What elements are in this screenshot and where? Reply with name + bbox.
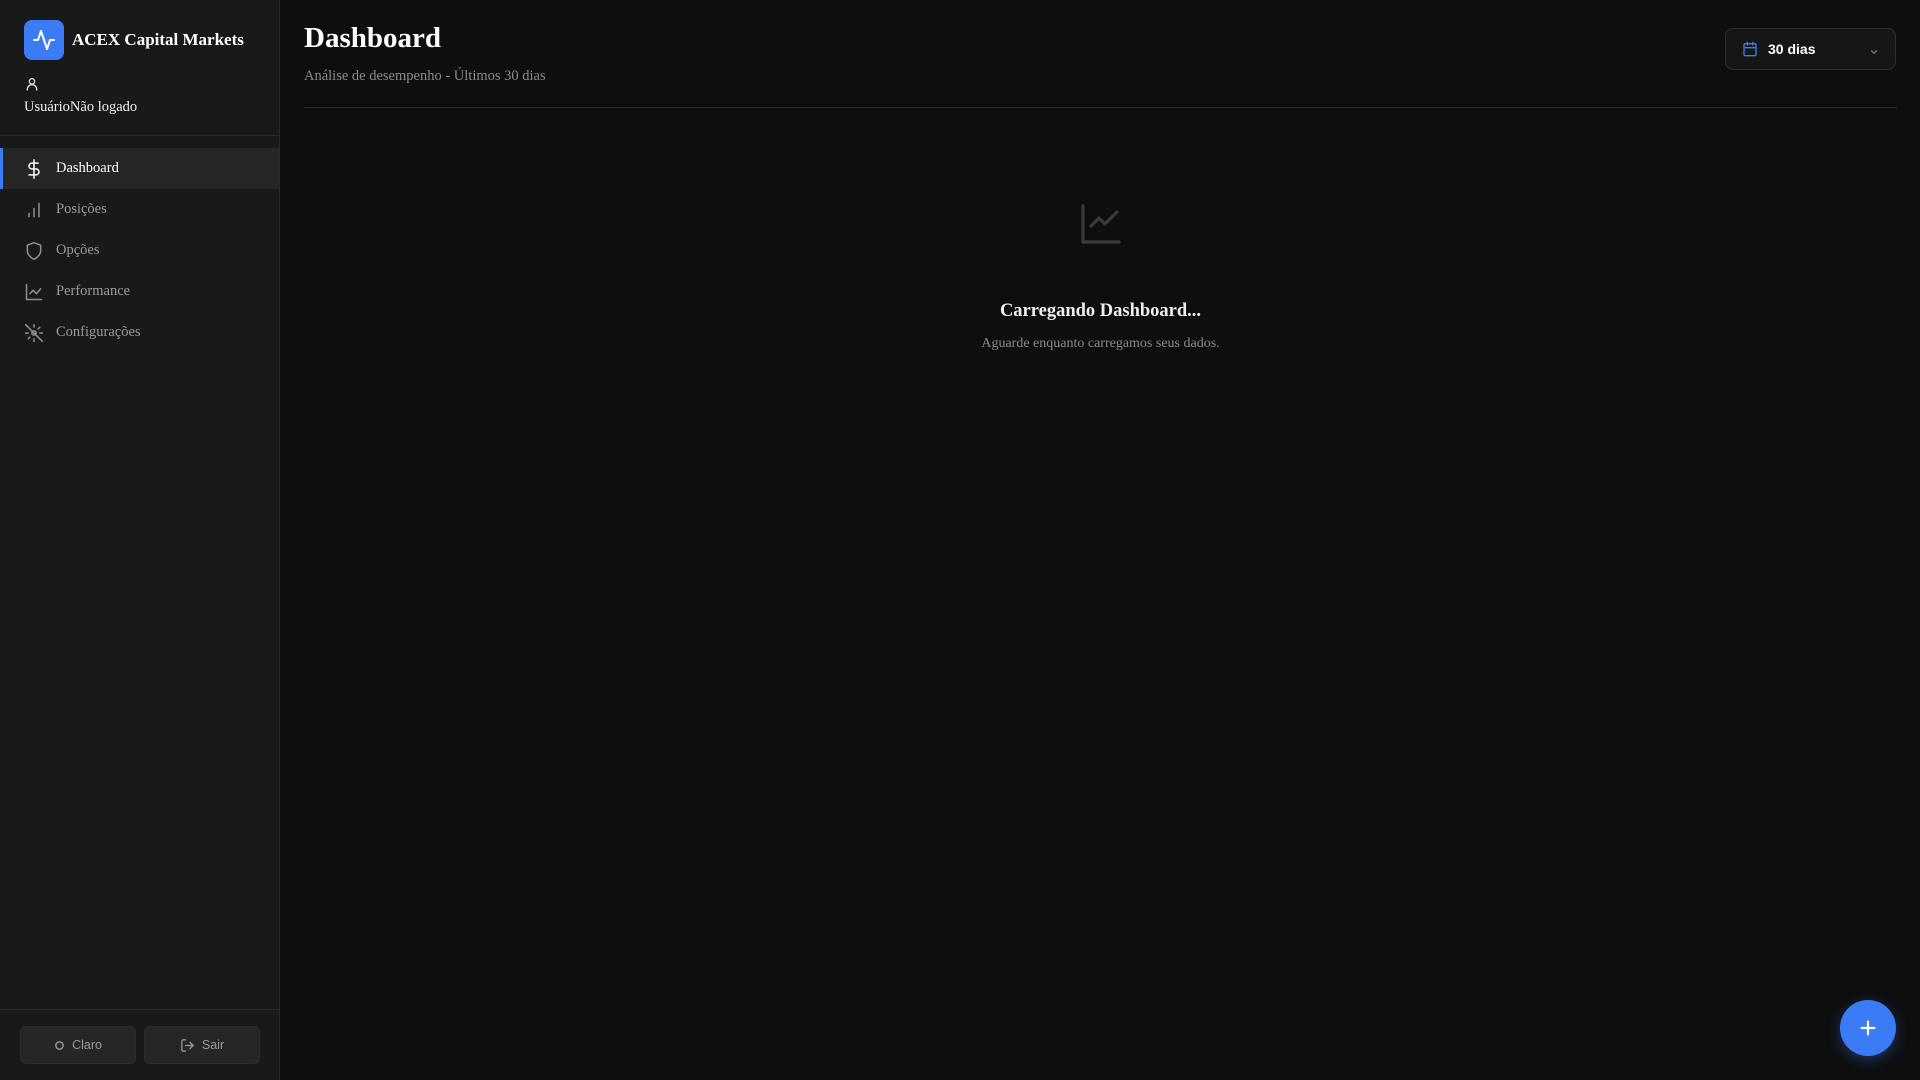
bar-chart-icon: [24, 200, 44, 220]
settings-off-icon: [24, 323, 44, 343]
sidebar-item-label: Configurações: [56, 324, 141, 340]
user-status: UsuárioNão logado: [24, 99, 137, 116]
date-range-value: 30 dias: [1768, 41, 1816, 57]
brand[interactable]: ACEX Capital Markets: [24, 20, 244, 60]
line-chart-icon: [1077, 200, 1125, 248]
sidebar-item-label: Performance: [56, 283, 131, 299]
user-status-text: Não logado: [69, 99, 138, 115]
page-subtitle: Análise de desempenho - Últimos 30 dias: [304, 68, 546, 84]
user-icon: [24, 76, 40, 92]
sidebar-item-label: Opções: [56, 242, 100, 258]
logout-icon: [180, 1038, 195, 1053]
sidebar-item-configuracoes[interactable]: Configurações: [0, 312, 279, 353]
add-button[interactable]: [1840, 1000, 1896, 1056]
sidebar-item-posicoes[interactable]: Posições: [0, 189, 279, 230]
activity-icon: [24, 20, 64, 60]
sidebar-item-dashboard[interactable]: Dashboard: [0, 148, 279, 189]
sidebar-item-label: Posições: [56, 201, 107, 217]
theme-toggle-label: Claro: [72, 1038, 102, 1052]
sidebar-nav: Dashboard Posições Opções Performance Co…: [0, 148, 279, 353]
calendar-icon: [1742, 41, 1758, 57]
sidebar-bottom-divider: [0, 1009, 279, 1010]
chevron-down-icon: [1869, 44, 1879, 62]
loading-title: Carregando Dashboard...: [999, 301, 1202, 321]
line-chart-icon: [24, 282, 44, 302]
header-divider: [304, 107, 1897, 108]
brand-name: ACEX Capital Markets: [72, 30, 244, 49]
sidebar-item-label: Dashboard: [56, 160, 119, 176]
logout-label: Sair: [201, 1038, 225, 1052]
sidebar: ACEX Capital Markets UsuárioNão logado D…: [0, 0, 280, 1080]
user-label: Usuário: [24, 99, 70, 115]
sidebar-item-opcoes[interactable]: Opções: [0, 230, 279, 271]
main-content: Dashboard Análise de desempenho - Último…: [281, 0, 1920, 1080]
dollar-icon: [24, 158, 44, 179]
theme-toggle-button[interactable]: Claro: [20, 1026, 136, 1064]
shield-icon: [24, 241, 44, 261]
loading-subtitle: Aguarde enquanto carregamos seus dados.: [981, 336, 1220, 351]
sidebar-divider: [0, 135, 279, 136]
page-title: Dashboard: [304, 22, 441, 54]
plus-icon: [1857, 1017, 1879, 1039]
sidebar-item-performance[interactable]: Performance: [0, 271, 279, 312]
circle-icon: [54, 1040, 65, 1051]
logout-button[interactable]: Sair: [144, 1026, 260, 1064]
date-range-select[interactable]: 30 dias: [1725, 28, 1896, 70]
